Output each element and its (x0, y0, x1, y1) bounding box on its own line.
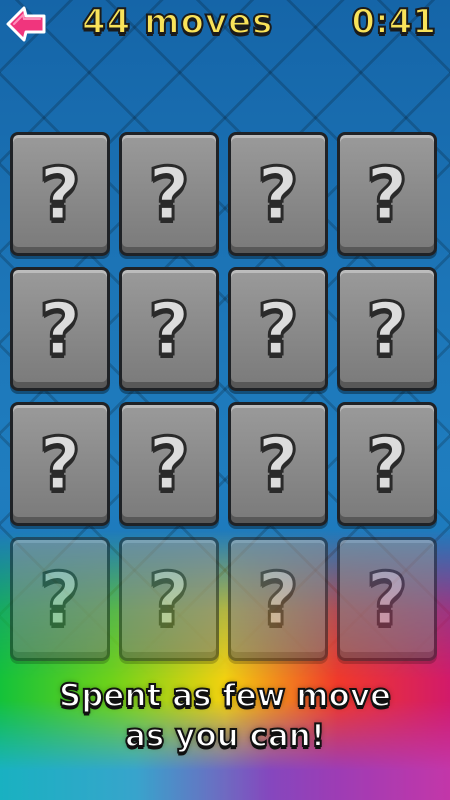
question-mark-icon: ? (256, 151, 301, 238)
timer: 0:41 (350, 1, 437, 43)
question-mark-icon: ? (256, 556, 301, 643)
memory-card[interactable]: ? (119, 537, 219, 661)
caption-line-1: Spent as few move (58, 677, 392, 715)
back-arrow-icon (6, 6, 46, 42)
question-mark-icon: ? (365, 151, 410, 238)
memory-card[interactable]: ? (10, 132, 110, 256)
question-mark-icon: ? (38, 151, 83, 238)
memory-card[interactable]: ? (119, 132, 219, 256)
question-mark-icon: ? (147, 286, 192, 373)
question-mark-icon: ? (147, 556, 192, 643)
memory-card[interactable]: ? (228, 537, 328, 661)
memory-card[interactable]: ? (228, 132, 328, 256)
memory-card[interactable]: ? (119, 402, 219, 526)
memory-card[interactable]: ? (228, 267, 328, 391)
question-mark-icon: ? (147, 421, 192, 508)
memory-card[interactable]: ? (10, 537, 110, 661)
back-button[interactable] (4, 4, 48, 44)
card-grid: ???????????????? (10, 132, 440, 670)
question-mark-icon: ? (256, 421, 301, 508)
question-mark-icon: ? (365, 286, 410, 373)
moves-counter: 44 moves (81, 1, 274, 43)
question-mark-icon: ? (365, 421, 410, 508)
memory-card[interactable]: ? (119, 267, 219, 391)
memory-card[interactable]: ? (337, 267, 437, 391)
memory-card[interactable]: ? (337, 402, 437, 526)
memory-card[interactable]: ? (228, 402, 328, 526)
caption-line-2: as you can! (124, 717, 326, 755)
memory-card[interactable]: ? (10, 267, 110, 391)
question-mark-icon: ? (38, 286, 83, 373)
question-mark-icon: ? (38, 556, 83, 643)
question-mark-icon: ? (256, 286, 301, 373)
question-mark-icon: ? (38, 421, 83, 508)
memory-card[interactable]: ? (10, 402, 110, 526)
instruction-caption: Spent as few move as you can! (0, 676, 450, 756)
question-mark-icon: ? (147, 151, 192, 238)
question-mark-icon: ? (365, 556, 410, 643)
memory-card[interactable]: ? (337, 132, 437, 256)
memory-card[interactable]: ? (337, 537, 437, 661)
